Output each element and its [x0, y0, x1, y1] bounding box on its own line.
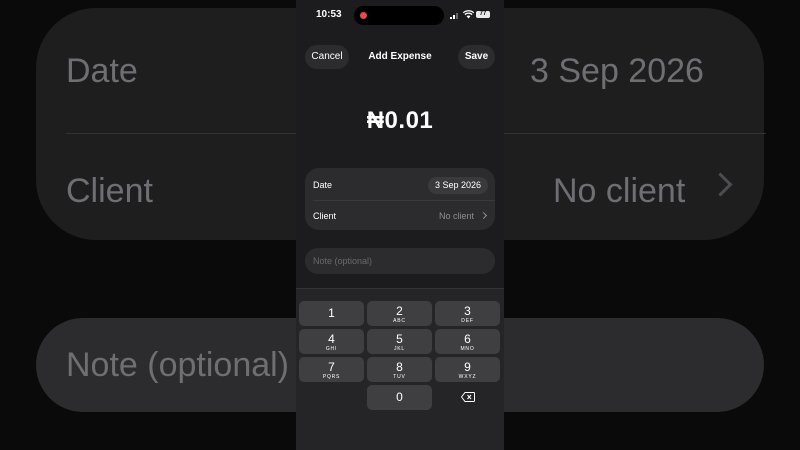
background-date-value: 3 Sep 2026	[530, 52, 704, 90]
key-0[interactable]: 0	[367, 385, 432, 410]
background-note-placeholder: Note (optional)	[66, 346, 290, 384]
status-time: 10:53	[316, 9, 342, 20]
dynamic-island	[354, 6, 444, 25]
background-client-value: No client	[553, 172, 686, 210]
key-9[interactable]: 9 WXYZ	[435, 357, 500, 382]
key-blank	[299, 385, 364, 410]
cellular-signal-icon	[450, 12, 460, 19]
key-6[interactable]: 6 MNO	[435, 329, 500, 354]
note-input[interactable]	[305, 248, 495, 274]
key-7[interactable]: 7 PQRS	[299, 357, 364, 382]
status-bar: 10:53 77	[296, 0, 504, 30]
background-client-label: Client	[66, 172, 153, 210]
date-label: Date	[313, 180, 333, 190]
numeric-keypad: 1 2 ABC 3 DEF 4 GHI 5 JKL 6 MNO 7 PQRS 8…	[296, 288, 504, 450]
row-divider	[313, 200, 495, 201]
recording-indicator-icon	[360, 12, 367, 19]
key-3[interactable]: 3 DEF	[435, 301, 500, 326]
key-1[interactable]: 1	[299, 301, 364, 326]
client-label: Client	[313, 211, 337, 221]
phone-screen: 10:53 77 Cancel Add Expense Save ₦0.01 D…	[296, 0, 504, 450]
key-4[interactable]: 4 GHI	[299, 329, 364, 354]
background-date-label: Date	[66, 52, 138, 90]
backspace-key[interactable]	[435, 385, 500, 410]
chevron-right-icon	[479, 211, 488, 220]
backspace-icon	[461, 392, 475, 402]
key-2[interactable]: 2 ABC	[367, 301, 432, 326]
client-value: No client	[439, 211, 475, 221]
wifi-icon	[463, 10, 474, 19]
date-picker-button[interactable]: 3 Sep 2026	[428, 177, 488, 194]
save-button[interactable]: Save	[458, 45, 495, 69]
amount-display: ₦0.01	[366, 107, 434, 134]
key-5[interactable]: 5 JKL	[367, 329, 432, 354]
battery-icon: 77	[476, 11, 490, 18]
key-8[interactable]: 8 TUV	[367, 357, 432, 382]
details-group: Date 3 Sep 2026 Client No client	[305, 168, 495, 230]
